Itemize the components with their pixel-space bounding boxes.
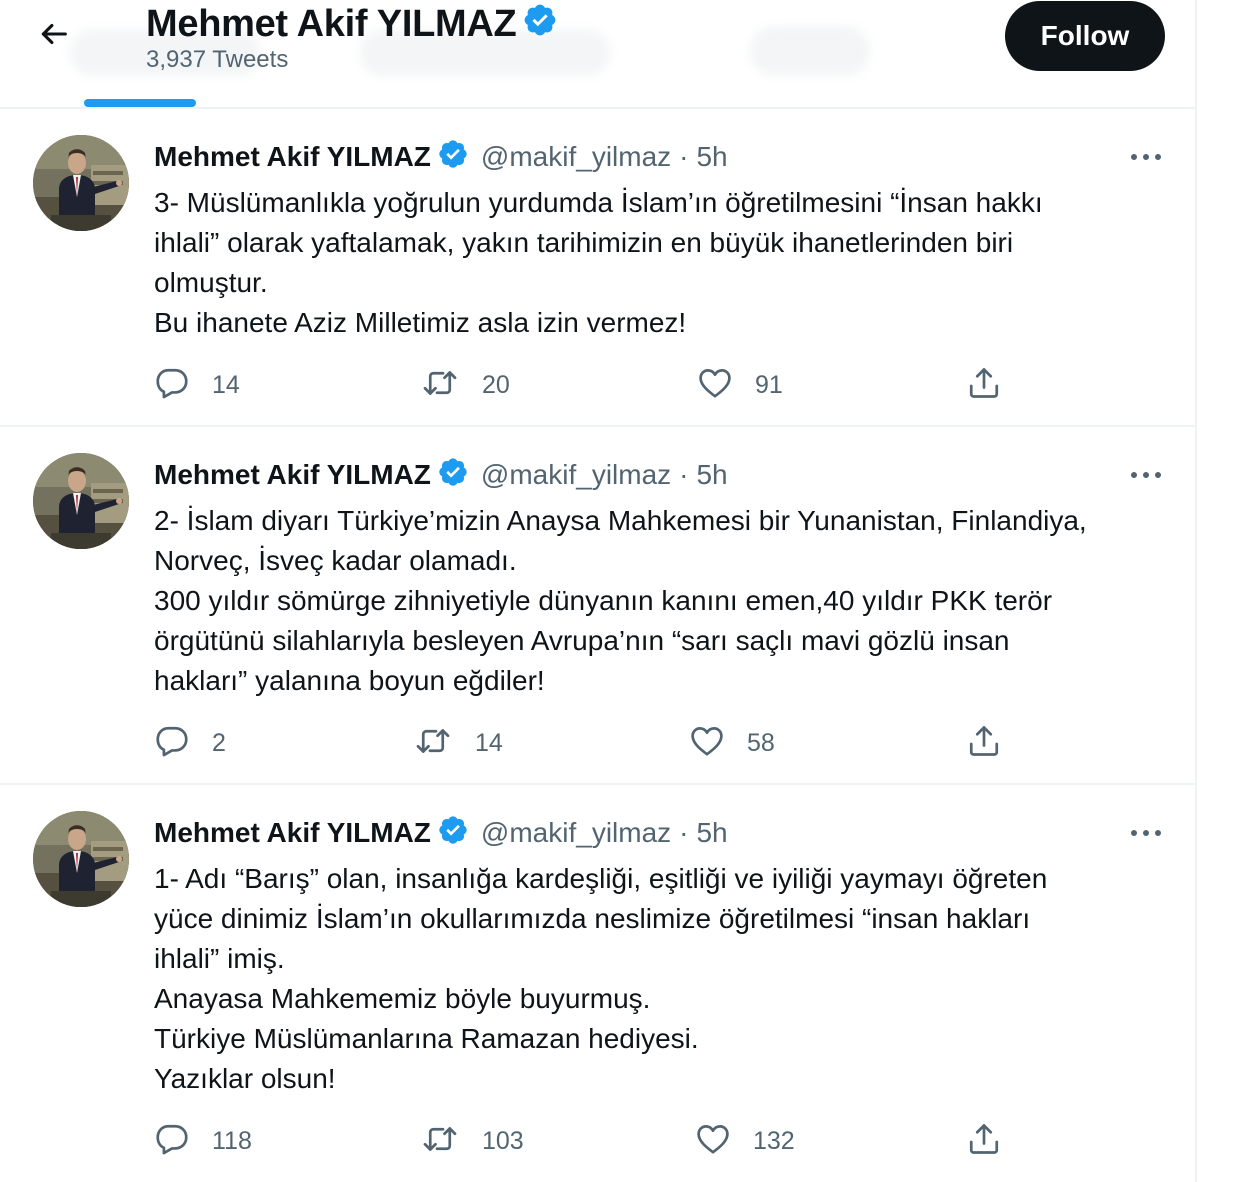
more-icon [1131,472,1161,478]
reply-button[interactable]: 14 [154,365,240,406]
share-icon [966,365,1002,406]
tweet-count: 3,937 Tweets [146,46,289,73]
more-icon [1131,830,1161,836]
more-button[interactable] [1126,145,1166,169]
reply-count: 14 [212,371,240,399]
author-name[interactable]: Mehmet Akif YILMAZ [154,459,431,491]
reply-count: 118 [212,1127,252,1155]
more-button[interactable] [1126,463,1166,487]
author-handle[interactable]: @makif_yilmaz [481,817,671,849]
verified-badge-icon [437,456,469,495]
heart-icon [697,365,733,406]
more-icon [1131,154,1161,160]
timeline-column: Mehmet Akif YILMAZ 3,937 Tweets Follow M… [0,0,1197,1182]
blurred-tab-background [750,26,870,76]
heart-icon [689,723,725,764]
tweet-text: 3- Müslümanlıkla yoğrulun yurdumda İslam… [154,187,1043,338]
tweet-time[interactable]: 5h [696,141,727,173]
tweet-time[interactable]: 5h [696,459,727,491]
tweet-header: Mehmet Akif YILMAZ @makif_yilmaz · 5h [154,137,728,177]
tweet[interactable]: Mehmet Akif YILMAZ @makif_yilmaz · 5h 1-… [0,785,1197,1182]
author-handle[interactable]: @makif_yilmaz [481,459,671,491]
like-button[interactable]: 91 [697,365,783,406]
tweet[interactable]: Mehmet Akif YILMAZ @makif_yilmaz · 5h 2-… [0,427,1197,785]
reply-icon [154,1121,190,1162]
tweet-header: Mehmet Akif YILMAZ @makif_yilmaz · 5h [154,455,728,495]
share-button[interactable] [966,365,1002,406]
follow-button[interactable]: Follow [1005,1,1165,71]
tweet[interactable]: Mehmet Akif YILMAZ @makif_yilmaz · 5h 3-… [0,109,1197,427]
reply-button[interactable]: 2 [154,723,226,764]
tweet-text: 1- Adı “Barış” olan, insanlığa kardeşliğ… [154,863,1048,1094]
avatar[interactable] [33,811,129,907]
separator-dot: · [679,817,689,848]
reply-count: 2 [212,729,226,757]
retweet-button[interactable]: 103 [420,1121,524,1162]
reply-icon [154,723,190,764]
separator-dot: · [679,141,689,172]
profile-name-text: Mehmet Akif YILMAZ [146,2,517,45]
arrow-left-icon [37,17,71,56]
active-tab-indicator [84,99,196,107]
retweet-button[interactable]: 14 [413,723,503,764]
verified-badge-icon [522,2,558,47]
like-count: 91 [755,371,783,399]
author-name[interactable]: Mehmet Akif YILMAZ [154,141,431,173]
retweet-count: 14 [475,729,503,757]
avatar[interactable] [33,453,129,549]
reply-icon [154,365,190,406]
heart-icon [695,1121,731,1162]
like-button[interactable]: 132 [695,1121,795,1162]
retweet-icon [420,1121,460,1162]
tweet-text: 2- İslam diyarı Türkiye’mizin Anaysa Mah… [154,505,1087,696]
author-name[interactable]: Mehmet Akif YILMAZ [154,817,431,849]
profile-name: Mehmet Akif YILMAZ [146,0,558,47]
like-button[interactable]: 58 [689,723,775,764]
like-count: 132 [753,1127,795,1155]
share-button[interactable] [966,723,1002,764]
verified-badge-icon [437,814,469,853]
more-button[interactable] [1126,821,1166,845]
separator-dot: · [679,459,689,490]
avatar[interactable] [33,135,129,231]
share-icon [966,1121,1002,1162]
tweet-time[interactable]: 5h [696,817,727,849]
author-handle[interactable]: @makif_yilmaz [481,141,671,173]
retweet-button[interactable]: 20 [420,365,510,406]
tweet-header: Mehmet Akif YILMAZ @makif_yilmaz · 5h [154,813,728,853]
retweet-count: 20 [482,371,510,399]
retweet-icon [420,365,460,406]
share-icon [966,723,1002,764]
share-button[interactable] [966,1121,1002,1162]
verified-badge-icon [437,138,469,177]
profile-header: Mehmet Akif YILMAZ 3,937 Tweets Follow [0,0,1197,109]
retweet-count: 103 [482,1127,524,1155]
like-count: 58 [747,729,775,757]
reply-button[interactable]: 118 [154,1121,252,1162]
retweet-icon [413,723,453,764]
